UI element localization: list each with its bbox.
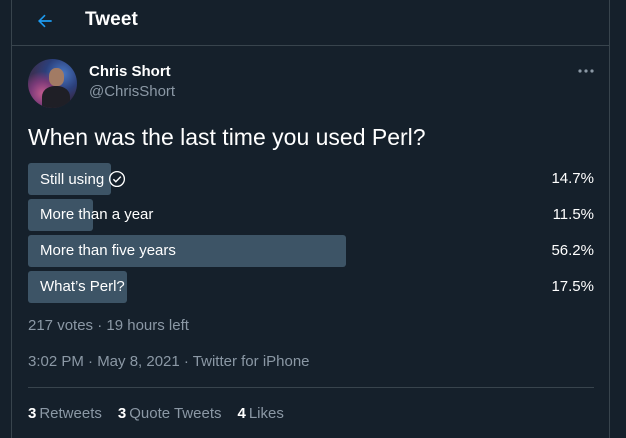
quote-tweets-link[interactable]: 3 Quote Tweets	[118, 405, 222, 422]
poll-option[interactable]: What’s Perl? 17.5%	[28, 271, 594, 303]
author-handle[interactable]: @ChrisShort	[89, 83, 175, 100]
poll-option[interactable]: More than five years 56.2%	[28, 235, 594, 267]
retweets-link[interactable]: 3 Retweets	[28, 405, 102, 422]
poll-option-label: More than a year	[40, 206, 154, 223]
poll-option-percent: 14.7%	[551, 170, 594, 187]
author-name[interactable]: Chris Short	[89, 63, 171, 80]
poll-option-label: Still using	[40, 170, 105, 188]
page-header: Tweet	[12, 0, 609, 46]
more-button[interactable]	[571, 60, 601, 82]
tweet-timestamp[interactable]: 3:02 PM · May 8, 2021 · Twitter for iPho…	[28, 353, 310, 370]
tweet-column: Tweet Chris Short @ChrisShort When was t…	[11, 0, 610, 438]
poll-option-label: More than five years	[40, 242, 176, 259]
poll-option-percent: 17.5%	[551, 278, 594, 295]
poll-option[interactable]: Still using 14.7%	[28, 163, 594, 195]
back-button[interactable]	[32, 8, 58, 34]
page-title: Tweet	[85, 9, 138, 30]
poll-summary: 217 votes · 19 hours left	[28, 317, 189, 334]
likes-link[interactable]: 4 Likes	[238, 405, 284, 422]
more-horizontal-icon	[578, 69, 594, 73]
divider	[28, 387, 594, 388]
tweet-text: When was the last time you used Perl?	[28, 124, 426, 150]
avatar[interactable]	[28, 59, 77, 108]
poll-option-percent: 56.2%	[551, 242, 594, 259]
poll-option[interactable]: More than a year 11.5%	[28, 199, 594, 231]
arrow-left-icon	[38, 14, 52, 28]
poll-option-label: What’s Perl?	[40, 278, 125, 295]
poll-option-percent: 11.5%	[552, 206, 594, 223]
check-circle-icon	[108, 170, 126, 188]
tweet-stats: 3 Retweets 3 Quote Tweets 4 Likes	[28, 405, 284, 422]
